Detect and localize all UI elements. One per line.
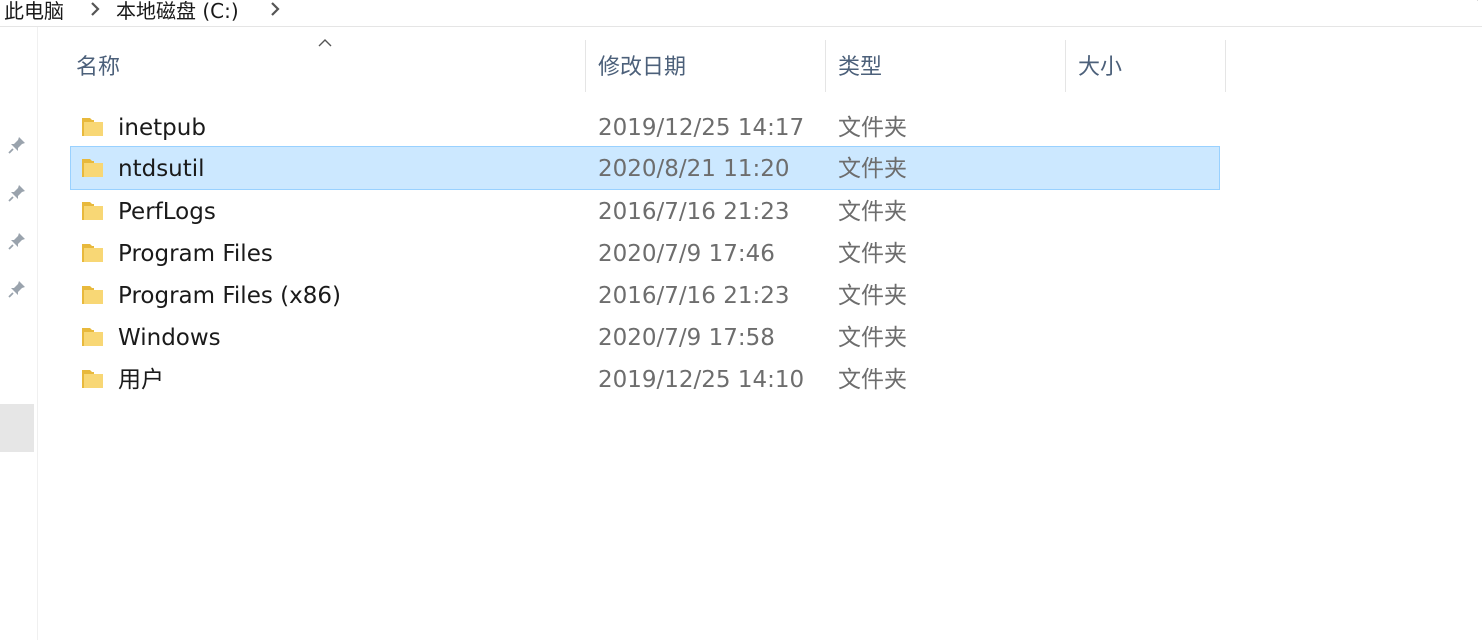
breadcrumb: 此电脑 本地磁盘 (C:) [0, 0, 1482, 27]
column-divider[interactable] [1225, 40, 1226, 92]
column-header-size[interactable]: 大小 [1078, 40, 1122, 92]
file-name: PerfLogs [118, 199, 216, 225]
column-divider[interactable] [825, 40, 826, 92]
file-type: 文件夹 [838, 156, 907, 182]
file-date: 2019/12/25 14:10 [598, 367, 805, 393]
nav-scrollbar-thumb[interactable] [0, 404, 34, 452]
file-row[interactable]: Windows 2020/7/9 17:58 文件夹 [70, 315, 1220, 359]
file-name: Program Files [118, 241, 273, 267]
chevron-right-icon[interactable] [88, 0, 102, 18]
dropdown-edge-icon[interactable] [1470, 0, 1480, 8]
pin-icon[interactable] [7, 135, 27, 155]
folder-icon [82, 159, 103, 177]
file-date: 2020/7/9 17:46 [598, 241, 775, 267]
column-header-name[interactable]: 名称 [76, 40, 120, 92]
column-header-date[interactable]: 修改日期 [598, 40, 686, 92]
column-divider[interactable] [585, 40, 586, 92]
file-type: 文件夹 [838, 367, 907, 393]
file-row[interactable]: ntdsutil 2020/8/21 11:20 文件夹 [70, 146, 1220, 190]
file-date: 2016/7/16 21:23 [598, 199, 790, 225]
file-name: Program Files (x86) [118, 283, 341, 309]
breadcrumb-item-this-pc[interactable]: 此电脑 [4, 0, 64, 24]
chevron-right-icon[interactable] [268, 0, 282, 18]
file-row[interactable]: Program Files (x86) 2016/7/16 21:23 文件夹 [70, 273, 1220, 317]
file-date: 2020/7/9 17:58 [598, 325, 775, 351]
pin-icon[interactable] [7, 183, 27, 203]
file-name: 用户 [118, 367, 164, 393]
column-header-row: 名称 修改日期 类型 大小 [38, 39, 1482, 92]
folder-icon [82, 244, 103, 262]
folder-icon [82, 202, 103, 220]
file-type: 文件夹 [838, 241, 907, 267]
navigation-pane [0, 27, 38, 640]
file-name: ntdsutil [118, 156, 205, 182]
file-row[interactable]: inetpub 2019/12/25 14:17 文件夹 [70, 105, 1220, 149]
pin-icon[interactable] [7, 279, 27, 299]
file-row[interactable]: PerfLogs 2016/7/16 21:23 文件夹 [70, 189, 1220, 233]
folder-icon [82, 286, 103, 304]
file-date: 2020/8/21 11:20 [598, 156, 790, 182]
file-type: 文件夹 [838, 325, 907, 351]
folder-icon [82, 328, 103, 346]
file-row[interactable]: 用户 2019/12/25 14:10 文件夹 [70, 357, 1220, 401]
file-name: Windows [118, 325, 221, 351]
file-row[interactable]: Program Files 2020/7/9 17:46 文件夹 [70, 231, 1220, 275]
file-date: 2016/7/16 21:23 [598, 283, 790, 309]
column-divider[interactable] [1065, 40, 1066, 92]
file-date: 2019/12/25 14:17 [598, 115, 805, 141]
folder-icon [82, 118, 103, 136]
breadcrumb-item-local-disk[interactable]: 本地磁盘 (C:) [116, 0, 239, 24]
sort-ascending-icon [318, 39, 332, 47]
column-header-type[interactable]: 类型 [838, 40, 882, 92]
file-type: 文件夹 [838, 283, 907, 309]
pin-icon[interactable] [7, 231, 27, 251]
file-type: 文件夹 [838, 199, 907, 225]
file-type: 文件夹 [838, 115, 907, 141]
file-name: inetpub [118, 115, 206, 141]
folder-icon [82, 370, 103, 388]
